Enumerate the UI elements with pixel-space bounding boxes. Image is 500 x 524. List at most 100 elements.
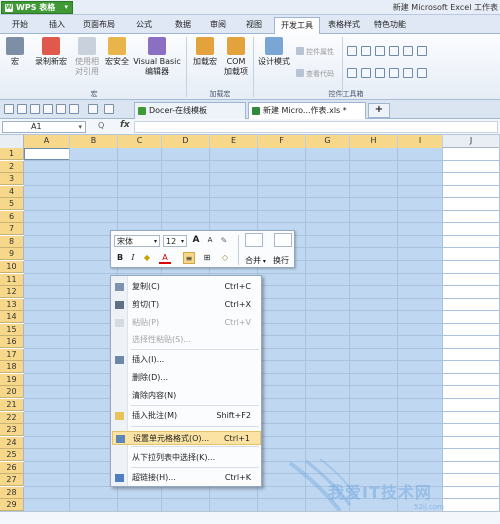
clear-format-icon[interactable]: ◇ xyxy=(219,252,231,264)
column-header-a[interactable]: A xyxy=(24,135,70,148)
new-tab-button[interactable]: + xyxy=(368,103,390,118)
checkbox-control-icon[interactable] xyxy=(347,46,357,56)
row-header-28[interactable]: 28 xyxy=(0,486,24,499)
design-mode-button[interactable]: 设计模式 xyxy=(256,37,292,67)
formula-input[interactable] xyxy=(134,121,498,133)
row-header-9[interactable]: 9 xyxy=(0,248,24,261)
textbox-control-icon[interactable] xyxy=(361,46,371,56)
column-header-c[interactable]: C xyxy=(118,135,162,148)
context-menu-item[interactable]: 设置单元格格式(O)... Ctrl+1 xyxy=(112,431,261,445)
control-properties-button[interactable]: 控件属性 xyxy=(296,47,334,57)
record-macro-button[interactable]: 录制新宏 xyxy=(32,37,70,67)
shrink-font-button[interactable]: A xyxy=(204,235,216,247)
grow-font-button[interactable]: A xyxy=(190,235,202,247)
scrollbar-control-icon[interactable] xyxy=(375,68,385,78)
row-header-5[interactable]: 5 xyxy=(0,198,24,211)
undo-icon[interactable] xyxy=(88,104,98,114)
row-header-2[interactable]: 2 xyxy=(0,160,24,173)
row-header-19[interactable]: 19 xyxy=(0,373,24,386)
save-icon[interactable] xyxy=(30,104,40,114)
context-menu-item[interactable]: 超链接(H)... Ctrl+K xyxy=(112,471,261,485)
merge-center-icon[interactable] xyxy=(245,233,263,247)
app-menu-button[interactable]: W WPS 表格 ▾ xyxy=(1,1,73,14)
select-all-corner[interactable] xyxy=(0,135,24,148)
row-header-7[interactable]: 7 xyxy=(0,223,24,236)
row-header-22[interactable]: 22 xyxy=(0,411,24,424)
context-menu-item[interactable]: 剪切(T) Ctrl+X xyxy=(112,298,261,312)
row-header-14[interactable]: 14 xyxy=(0,311,24,324)
zoom-icon[interactable]: Q xyxy=(98,121,104,130)
macro-button[interactable]: 宏 xyxy=(4,37,26,67)
format-painter-icon[interactable] xyxy=(69,104,79,114)
row-header-16[interactable]: 16 xyxy=(0,336,24,349)
row-header-23[interactable]: 23 xyxy=(0,424,24,437)
tab-formulas[interactable]: 公式 xyxy=(124,17,164,34)
context-menu-item[interactable]: 插入批注(M) Shift+F2 xyxy=(112,409,261,423)
wrap-button[interactable]: 换行 xyxy=(273,255,289,266)
spin-control-icon[interactable] xyxy=(361,68,371,78)
row-header-20[interactable]: 20 xyxy=(0,386,24,399)
print-icon[interactable] xyxy=(43,104,53,114)
row-header-21[interactable]: 21 xyxy=(0,399,24,411)
row-header-25[interactable]: 25 xyxy=(0,449,24,462)
highlight-color-icon[interactable]: ◆ xyxy=(141,252,153,264)
redo-icon[interactable] xyxy=(104,104,114,114)
tab-developer[interactable]: 开发工具 xyxy=(274,17,320,34)
more-controls-icon[interactable] xyxy=(417,68,427,78)
view-code-button[interactable]: 查看代码 xyxy=(296,69,334,79)
context-menu-item[interactable]: 复制(C) Ctrl+C xyxy=(112,280,261,294)
vb-editor-button[interactable]: Visual Basic 编辑器 xyxy=(132,37,182,77)
tab-data[interactable]: 数据 xyxy=(166,17,200,34)
context-menu-item[interactable]: 清除内容(N) xyxy=(112,389,261,403)
row-header-10[interactable]: 10 xyxy=(0,260,24,273)
merge-button[interactable]: 合并 ▾ xyxy=(245,255,266,267)
row-header-27[interactable]: 27 xyxy=(0,474,24,487)
column-header-i[interactable]: I xyxy=(398,135,443,148)
align-center-icon[interactable]: ≡ xyxy=(183,252,195,264)
column-header-g[interactable]: G xyxy=(306,135,350,148)
context-menu-item[interactable]: 插入(I)... xyxy=(112,353,261,367)
open-folder-icon[interactable] xyxy=(17,104,27,114)
combobox-control-icon[interactable] xyxy=(417,46,427,56)
name-box[interactable]: A1 ▾ xyxy=(2,121,86,133)
context-menu-item[interactable]: 从下拉列表中选择(K)... xyxy=(112,451,261,465)
row-header-13[interactable]: 13 xyxy=(0,298,24,311)
bold-button[interactable]: B xyxy=(114,252,126,264)
wrap-text-icon[interactable] xyxy=(274,233,292,247)
load-macro-button[interactable]: 加载宏 xyxy=(190,37,220,67)
row-header-12[interactable]: 12 xyxy=(0,286,24,299)
new-file-icon[interactable] xyxy=(4,104,14,114)
tab-docer-templates[interactable]: Docer-在线模板 xyxy=(134,102,246,119)
row-header-3[interactable]: 3 xyxy=(0,173,24,186)
border-icon[interactable]: ⊞ xyxy=(201,252,213,264)
listbox-control-icon[interactable] xyxy=(403,46,413,56)
font-color-button[interactable]: A xyxy=(159,252,171,264)
tab-insert[interactable]: 插入 xyxy=(40,17,74,34)
relative-reference-button[interactable]: 使用相 对引用 xyxy=(72,37,102,77)
toggle-control-icon[interactable] xyxy=(347,68,357,78)
macro-security-button[interactable]: 宏安全 xyxy=(103,37,131,67)
column-header-h[interactable]: H xyxy=(350,135,398,148)
tab-table-styles[interactable]: 表格样式 xyxy=(322,17,366,34)
row-header-11[interactable]: 11 xyxy=(0,273,24,286)
tab-review[interactable]: 审阅 xyxy=(202,17,234,34)
button-control-icon[interactable] xyxy=(375,46,385,56)
context-menu-item[interactable]: 删除(D)... xyxy=(112,371,261,385)
row-header-26[interactable]: 26 xyxy=(0,461,24,474)
font-name-select[interactable]: 宋体 ▾ xyxy=(114,235,160,247)
tab-home[interactable]: 开始 xyxy=(2,17,38,34)
row-header-6[interactable]: 6 xyxy=(0,210,24,223)
context-menu-item[interactable]: 选择性粘贴(S)... xyxy=(112,333,261,347)
insert-function-icon[interactable]: fx xyxy=(120,120,130,130)
tab-view[interactable]: 视图 xyxy=(236,17,272,34)
column-header-e[interactable]: E xyxy=(210,135,258,148)
row-header-29[interactable]: 29 xyxy=(0,499,24,512)
row-header-18[interactable]: 18 xyxy=(0,361,24,374)
row-header-4[interactable]: 4 xyxy=(0,185,24,198)
option-control-icon[interactable] xyxy=(389,46,399,56)
format-painter-icon[interactable]: ✎ xyxy=(218,235,230,247)
tab-workbook[interactable]: 新建 Micro...作表.xls * xyxy=(248,102,366,119)
tab-page-layout[interactable]: 页面布局 xyxy=(76,17,122,34)
label-control-icon[interactable] xyxy=(403,68,413,78)
column-header-d[interactable]: D xyxy=(162,135,210,148)
